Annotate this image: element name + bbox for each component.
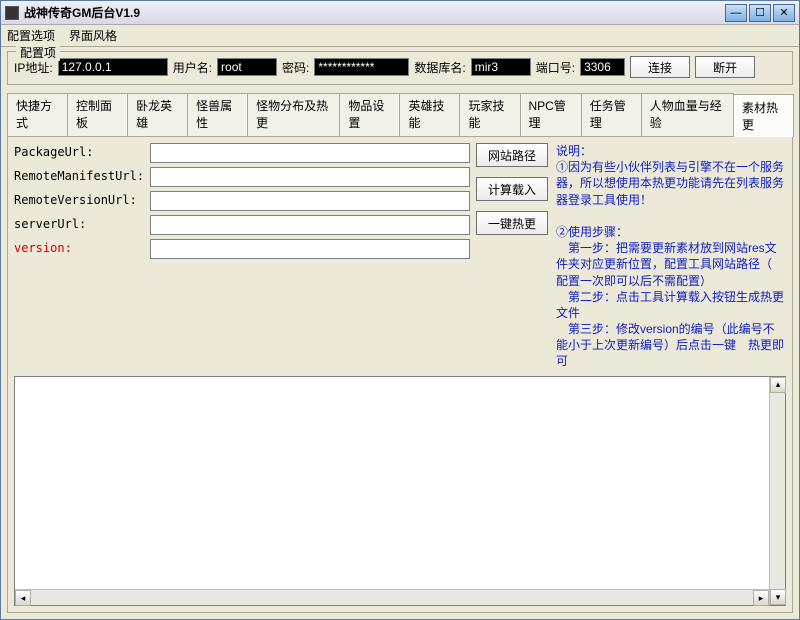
user-input[interactable] <box>217 58 277 76</box>
tab-9[interactable]: 任务管理 <box>581 93 642 136</box>
disconnect-button[interactable]: 断开 <box>695 56 755 78</box>
user-label: 用户名: <box>173 59 212 76</box>
window-title: 战神传奇GM后台V1.9 <box>24 4 725 21</box>
calcload-button[interactable]: 计算载入 <box>476 177 548 201</box>
tab-6[interactable]: 英雄技能 <box>399 93 460 136</box>
scroll-down-icon[interactable]: ▾ <box>770 589 786 605</box>
version-label: version: <box>14 239 144 259</box>
tab-5[interactable]: 物品设置 <box>339 93 400 136</box>
app-window: 战神传奇GM后台V1.9 — ☐ ✕ 配置选项 界面风格 配置项 IP地址: 用… <box>0 0 800 620</box>
tab-panel-hotupdate: PackageUrl: RemoteManifestUrl: RemoteVer… <box>7 136 793 613</box>
connection-fieldset: 配置项 IP地址: 用户名: 密码: 数据库名: 端口号: 连接 断开 <box>7 51 793 85</box>
minimize-button[interactable]: — <box>725 4 747 22</box>
tab-8[interactable]: NPC管理 <box>520 93 582 136</box>
remotemanifest-label: RemoteManifestUrl: <box>14 167 144 187</box>
menu-style[interactable]: 界面风格 <box>69 27 117 44</box>
webpath-button[interactable]: 网站路径 <box>476 143 548 167</box>
port-label: 端口号: <box>536 59 575 76</box>
vertical-scrollbar[interactable]: ▴ ▾ <box>769 377 785 605</box>
port-input[interactable] <box>580 58 625 76</box>
serverurl-input[interactable] <box>150 215 470 235</box>
titlebar: 战神传奇GM后台V1.9 — ☐ ✕ <box>1 1 799 25</box>
scroll-up-icon[interactable]: ▴ <box>770 377 786 393</box>
horizontal-scrollbar[interactable]: ◂ ▸ <box>15 589 769 605</box>
fieldset-legend: 配置项 <box>16 44 60 61</box>
remotemanifest-input[interactable] <box>150 167 470 187</box>
packageurl-label: PackageUrl: <box>14 143 144 163</box>
output-textarea[interactable]: ▴ ▾ ◂ ▸ <box>14 376 786 606</box>
packageurl-input[interactable] <box>150 143 470 163</box>
close-button[interactable]: ✕ <box>773 4 795 22</box>
connect-button[interactable]: 连接 <box>630 56 690 78</box>
menubar: 配置选项 界面风格 <box>1 25 799 47</box>
hotupdate-button[interactable]: 一键热更 <box>476 211 548 235</box>
remoteversion-label: RemoteVersionUrl: <box>14 191 144 211</box>
db-input[interactable] <box>471 58 531 76</box>
app-icon <box>5 6 19 20</box>
tab-7[interactable]: 玩家技能 <box>459 93 520 136</box>
scroll-left-icon[interactable]: ◂ <box>15 590 31 606</box>
remoteversion-input[interactable] <box>150 191 470 211</box>
pass-label: 密码: <box>282 59 309 76</box>
scroll-right-icon[interactable]: ▸ <box>753 590 769 606</box>
db-label: 数据库名: <box>414 59 465 76</box>
ip-input[interactable] <box>58 58 168 76</box>
serverurl-label: serverUrl: <box>14 215 144 235</box>
tab-1[interactable]: 控制面板 <box>67 93 128 136</box>
form-grid: PackageUrl: RemoteManifestUrl: RemoteVer… <box>14 143 470 370</box>
tab-0[interactable]: 快捷方式 <box>7 93 68 136</box>
ip-label: IP地址: <box>14 59 53 76</box>
menu-config[interactable]: 配置选项 <box>7 27 55 44</box>
tab-3[interactable]: 怪兽属性 <box>187 93 248 136</box>
tab-4[interactable]: 怪物分布及热更 <box>247 93 340 136</box>
tab-2[interactable]: 卧龙英雄 <box>127 93 188 136</box>
help-text: 说明： ①因为有些小伙伴列表与引擎不在一个服务器，所以想使用本热更功能请先在列表… <box>554 143 786 370</box>
tab-11[interactable]: 素材热更 <box>733 94 794 137</box>
maximize-button[interactable]: ☐ <box>749 4 771 22</box>
tab-strip: 快捷方式控制面板卧龙英雄怪兽属性怪物分布及热更物品设置英雄技能玩家技能NPC管理… <box>7 93 793 136</box>
version-input[interactable] <box>150 239 470 259</box>
pass-input[interactable] <box>314 58 409 76</box>
tab-10[interactable]: 人物血量与经验 <box>641 93 734 136</box>
